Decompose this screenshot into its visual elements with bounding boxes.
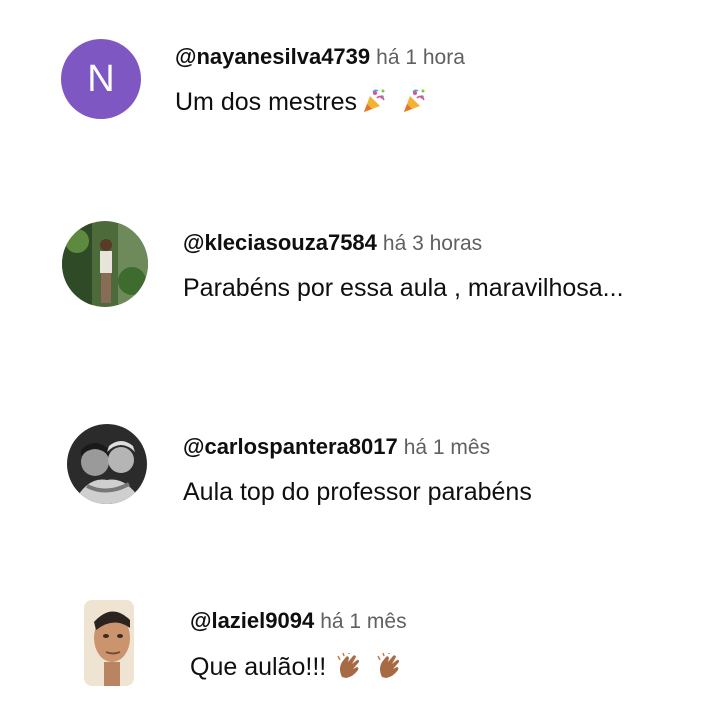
comment-item: @kleciasouza7584 há 3 horas Parabéns por … [0,180,719,400]
comment-item: @laziel9094 há 1 mês Que aulão!!! [0,590,719,719]
comment-item: N @nayanesilva4739 há 1 hora Um dos mestr… [0,0,719,180]
clapping-hands-icon [336,653,364,679]
comment-text-body: Que aulão!!! [190,653,327,681]
comment-header: @carlospantera8017 há 1 mês [183,434,490,460]
comment-time[interactable]: há 1 mês [320,610,406,633]
comment-author[interactable]: @kleciasouza7584 [183,230,377,255]
comment-item: @carlospantera8017 há 1 mês Aula top do p… [0,400,719,590]
avatar[interactable] [84,600,134,686]
comment-author[interactable]: @laziel9094 [190,608,314,633]
comment-time[interactable]: há 3 horas [383,232,482,255]
clapping-hands-icon [376,653,404,679]
comment-text: Aula top do professor parabéns [183,478,532,506]
avatar-photo-icon [62,221,148,307]
avatar[interactable] [62,221,148,307]
comment-text: Um dos mestres [175,88,427,117]
avatar[interactable]: N [61,39,141,119]
comment-text: Que aulão!!! [190,653,404,682]
avatar-photo-icon [67,424,147,504]
comment-text-body: Um dos mestres [175,88,357,116]
comment-header: @nayanesilva4739 há 1 hora [175,44,465,70]
comment-header: @laziel9094 há 1 mês [190,608,407,634]
comment-author[interactable]: @nayanesilva4739 [175,44,370,69]
party-popper-icon [361,88,387,114]
comment-time[interactable]: há 1 hora [376,46,465,69]
avatar[interactable] [67,424,147,504]
party-popper-icon [401,88,427,114]
avatar-letter: N [61,39,141,119]
comment-header: @kleciasouza7584 há 3 horas [183,230,482,256]
comment-text: Parabéns por essa aula , maravilhosa... [183,274,624,302]
comment-time[interactable]: há 1 mês [404,436,490,459]
avatar-photo-icon [84,600,134,686]
comment-author[interactable]: @carlospantera8017 [183,434,398,459]
